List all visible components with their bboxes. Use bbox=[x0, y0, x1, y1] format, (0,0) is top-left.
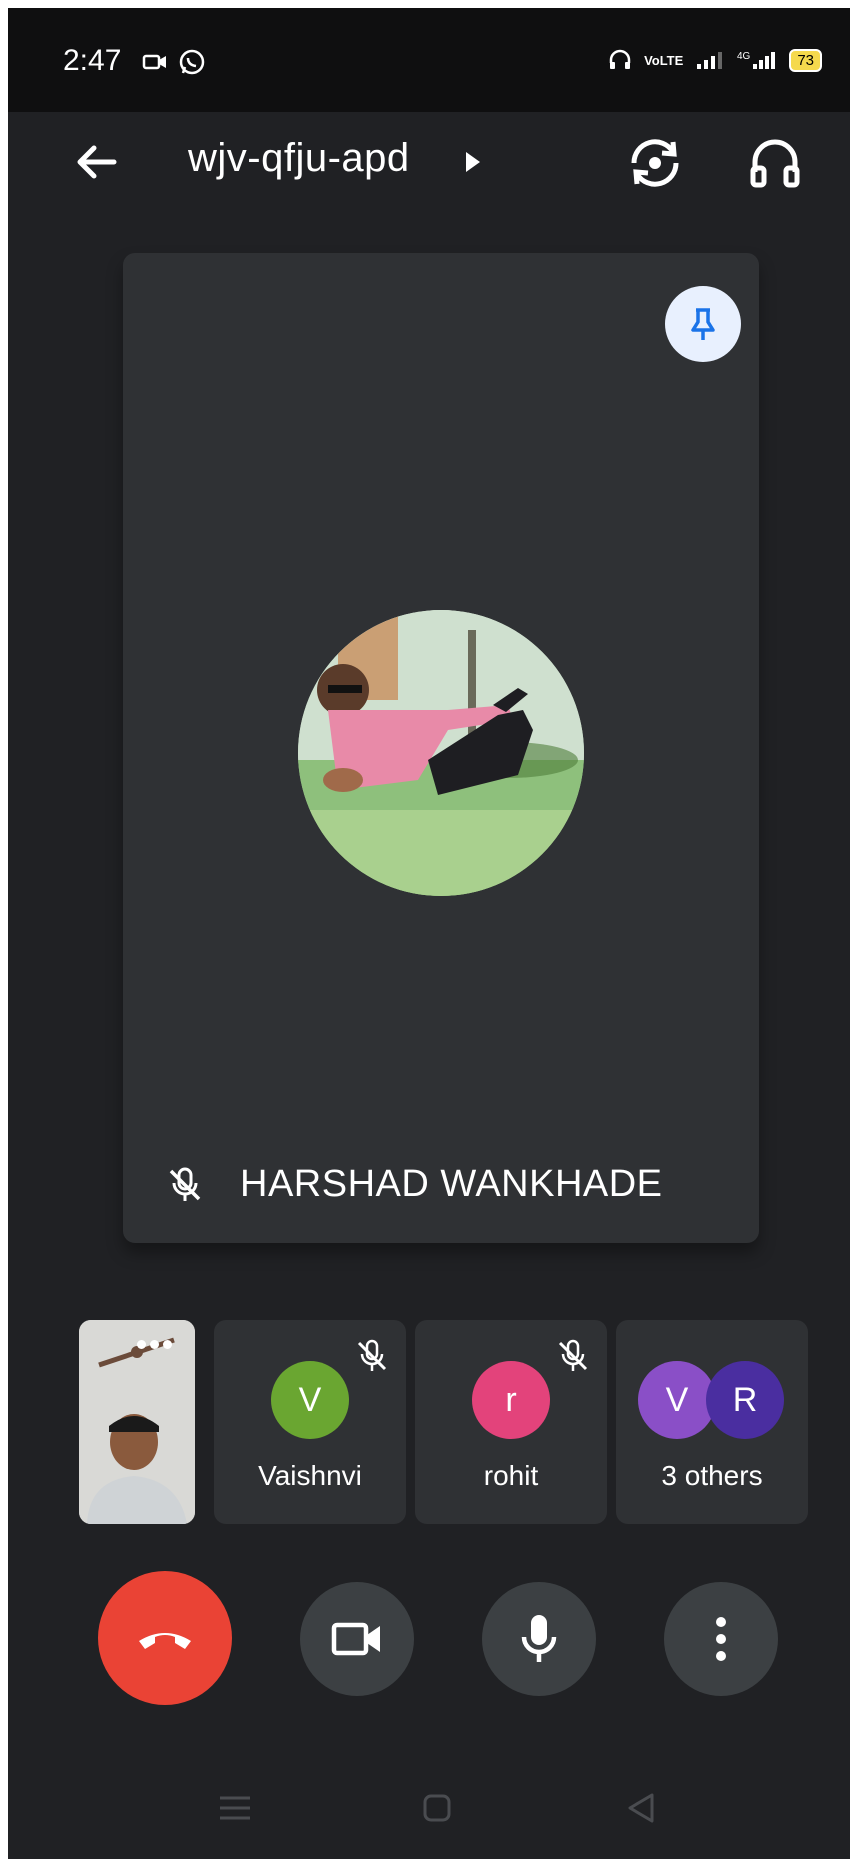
self-view-photo bbox=[79, 1320, 195, 1524]
meeting-code-title[interactable]: wjv-qfju-apd bbox=[188, 136, 410, 181]
participant-tile-rohit[interactable]: r rohit bbox=[415, 1320, 607, 1524]
self-view-tile[interactable] bbox=[79, 1320, 195, 1524]
meet-call-screen: 2:47 VoLTE 4G 73 wjv-qfju-apd HARSHAD WA… bbox=[8, 8, 850, 1859]
main-speaker-tile[interactable]: HARSHAD WANKHADE bbox=[123, 253, 759, 1243]
whatsapp-icon bbox=[179, 49, 205, 75]
switch-camera-icon[interactable] bbox=[626, 134, 684, 192]
others-avatar-1: V bbox=[638, 1361, 716, 1439]
home-square-icon bbox=[423, 1794, 451, 1822]
hang-up-icon bbox=[139, 1633, 191, 1649]
speaker-mic-off-icon bbox=[169, 1167, 201, 1201]
mic-off-icon bbox=[357, 1339, 387, 1371]
others-tile[interactable]: V R 3 others bbox=[616, 1320, 808, 1524]
others-label: 3 others bbox=[661, 1460, 763, 1491]
pin-button[interactable] bbox=[665, 286, 741, 362]
participant-name: Vaishnvi bbox=[258, 1460, 362, 1491]
video-notification-icon bbox=[142, 54, 166, 70]
call-header: wjv-qfju-apd bbox=[8, 112, 850, 232]
avatar-initial: V bbox=[298, 1380, 322, 1419]
screenshot-frame: 2:47 VoLTE 4G 73 wjv-qfju-apd HARSHAD WA… bbox=[0, 0, 859, 1859]
signal-4g-icon: 4G bbox=[737, 51, 776, 69]
status-time: 2:47 bbox=[63, 44, 122, 77]
participant-strip: V Vaishnvi r rohit V R 3 others bbox=[79, 1320, 808, 1526]
recents-button[interactable] bbox=[215, 1788, 255, 1828]
home-button[interactable] bbox=[417, 1788, 457, 1828]
headphones-icon[interactable] bbox=[746, 134, 804, 192]
avatar-initial: R bbox=[732, 1380, 758, 1419]
self-view-more-icon[interactable] bbox=[137, 1340, 172, 1349]
more-vert-icon bbox=[716, 1617, 726, 1661]
speaker-avatar bbox=[298, 610, 584, 896]
others-avatar-2: R bbox=[706, 1361, 784, 1439]
speaker-name: HARSHAD WANKHADE bbox=[240, 1163, 663, 1205]
participant-name: rohit bbox=[483, 1460, 539, 1491]
participant-tile-vaishnvi[interactable]: V Vaishnvi bbox=[214, 1320, 406, 1524]
headset-status-icon bbox=[609, 49, 631, 69]
back-triangle-icon bbox=[628, 1793, 654, 1823]
microphone-toggle-button[interactable] bbox=[482, 1582, 596, 1696]
end-call-button[interactable] bbox=[98, 1571, 232, 1705]
svg-text:4G: 4G bbox=[737, 51, 751, 62]
video-camera-icon bbox=[331, 1622, 380, 1656]
signal-icon bbox=[697, 52, 723, 69]
back-arrow-icon[interactable] bbox=[70, 136, 122, 188]
back-button[interactable] bbox=[621, 1788, 661, 1828]
status-bar: 2:47 VoLTE 4G 73 bbox=[8, 8, 850, 112]
microphone-icon bbox=[521, 1615, 557, 1662]
mic-off-icon bbox=[558, 1339, 588, 1371]
status-right-icons: VoLTE 4G 73 bbox=[608, 48, 822, 72]
participant-avatar: r bbox=[472, 1361, 550, 1439]
speaker-photo bbox=[298, 610, 584, 896]
status-left-icons bbox=[142, 48, 206, 76]
menu-lines-icon bbox=[220, 1796, 250, 1820]
avatar-initial: r bbox=[505, 1380, 517, 1419]
system-nav-bar bbox=[8, 1778, 850, 1859]
avatar-initial: V bbox=[665, 1380, 689, 1419]
volte-icon: VoLTE bbox=[644, 52, 684, 68]
participant-avatar: V bbox=[271, 1361, 349, 1439]
caret-right-icon[interactable] bbox=[466, 152, 480, 172]
battery-indicator: 73 bbox=[789, 48, 822, 72]
camera-toggle-button[interactable] bbox=[300, 1582, 414, 1696]
pin-icon bbox=[691, 308, 715, 340]
more-options-button[interactable] bbox=[664, 1582, 778, 1696]
